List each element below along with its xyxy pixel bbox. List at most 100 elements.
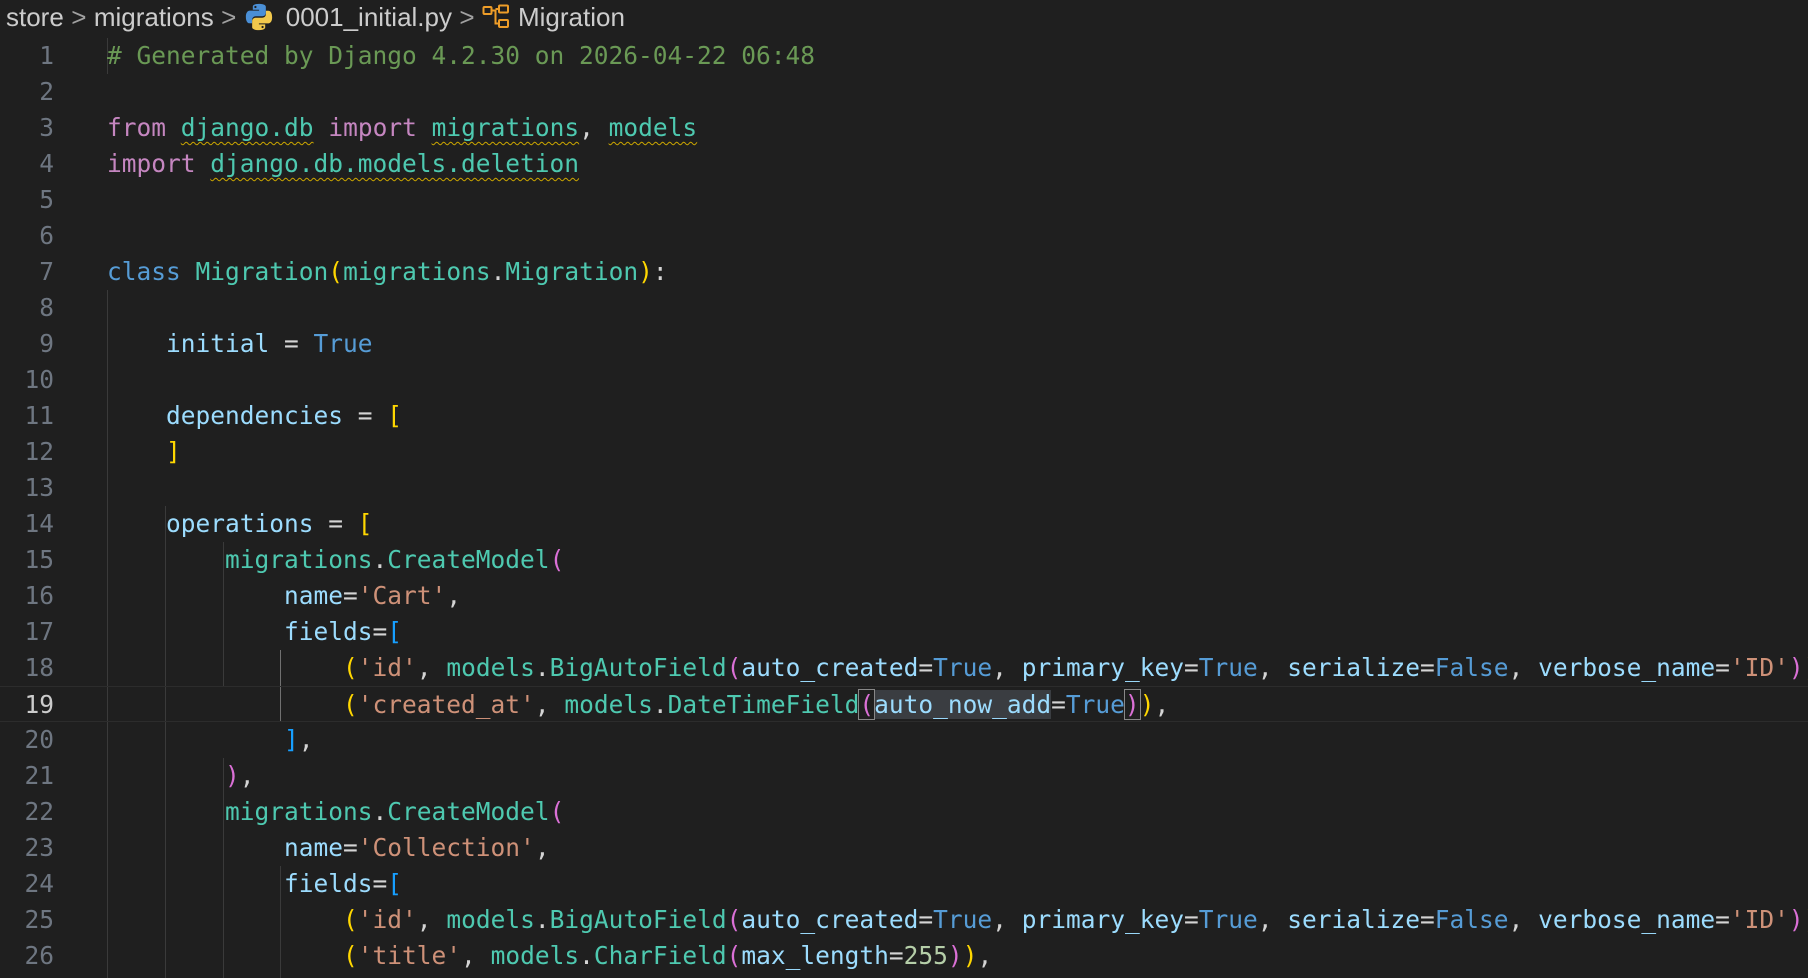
code-token: , [1257,653,1288,682]
line-number: 6 [39,221,54,250]
code-token: False [1434,653,1509,682]
code-token: [ [387,869,403,898]
code-text: ), [107,758,255,794]
code-line[interactable]: 8 [0,290,1808,326]
code-line[interactable]: 19 ('created_at', models.DateTimeField(a… [0,686,1808,722]
breadcrumb-item-symbol[interactable]: Migration [482,2,625,33]
code-line[interactable]: 3 from django.db import migrations, model… [0,110,1808,146]
code-token: ( [343,653,358,682]
code-token: . [534,653,550,682]
code-token: . [372,797,388,826]
code-token: Migration [505,257,639,286]
code-token: import [107,149,196,178]
code-token: primary_key [1021,653,1184,682]
breadcrumb-item-store[interactable]: store [6,2,64,33]
code-token: , [579,113,609,142]
code-token: 'Cart' [357,581,447,610]
code-token: 'title' [357,941,462,970]
code-token: CharField [593,941,727,970]
code-line[interactable]: 24 fields=[ [0,866,1808,902]
line-number: 21 [24,761,54,790]
code-token: , [1508,905,1539,934]
code-token: , [446,581,462,610]
line-number: 3 [39,113,54,142]
code-token: ( [858,689,876,720]
code-line[interactable]: 5 [0,182,1808,218]
code-token: ) [638,257,653,286]
code-token: , [534,833,550,862]
code-line[interactable]: 17 fields=[ [0,614,1808,650]
code-token: , [416,653,447,682]
line-number: 19 [24,690,54,719]
code-line[interactable]: 13 [0,470,1808,506]
line-number: 17 [24,617,54,646]
line-number: 9 [39,329,54,358]
code-token: . [372,545,388,574]
code-line[interactable]: 27 [0,974,1808,978]
code-token: ( [343,941,358,970]
code-token: = [918,653,934,682]
code-token: ( [549,797,565,826]
code-line[interactable]: 6 [0,218,1808,254]
code-text: operations = [ [107,506,373,542]
breadcrumb-item-migrations[interactable]: migrations [94,2,214,33]
code-line[interactable]: 4 import django.db.models.deletion [0,146,1808,182]
line-number: 4 [39,149,54,178]
code-line[interactable]: 10 [0,362,1808,398]
code-token: models [446,653,535,682]
code-token: fields [284,617,373,646]
code-line[interactable]: 7 class Migration(migrations.Migration): [0,254,1808,290]
code-token: True [933,653,993,682]
code-token: ( [726,941,742,970]
code-line[interactable]: 12 ] [0,434,1808,470]
code-line[interactable]: 11 dependencies = [ [0,398,1808,434]
code-token: , [992,653,1022,682]
code-line[interactable]: 16 name='Cart', [0,578,1808,614]
code-token: = [888,941,904,970]
line-number: 10 [24,365,54,394]
line-number: 1 [39,41,54,70]
code-token: 'ID' [1729,653,1789,682]
code-token: class [107,257,181,286]
breadcrumb-label: store [6,1,64,32]
code-token: . [534,905,550,934]
code-line[interactable]: 9 initial = True [0,326,1808,362]
code-token: Migration [195,257,329,286]
code-token: operations [166,509,314,538]
breadcrumb-item-file[interactable]: 0001_initial.py [244,2,452,33]
code-token: ) [1123,689,1141,720]
code-line[interactable]: 25 ('id', models.BigAutoField(auto_creat… [0,902,1808,938]
code-editor[interactable]: 1 # Generated by Django 4.2.30 on 2026-04… [0,38,1808,978]
code-line[interactable]: 20 ], [0,722,1808,758]
code-line[interactable]: 22 migrations.CreateModel( [0,794,1808,830]
line-number: 15 [24,545,54,574]
code-line[interactable]: 21 ), [0,758,1808,794]
code-line[interactable]: 2 [0,74,1808,110]
breadcrumb-label: Migration [517,1,625,32]
code-token: from [107,113,167,142]
code-token: # Generated by Django 4.2.30 on 2026-04-… [107,41,816,70]
code-text: dependencies = [ [107,398,402,434]
code-token: ] [284,725,299,754]
code-line[interactable]: 23 name='Collection', [0,830,1808,866]
code-token: , [298,725,314,754]
code-token: ( [726,905,742,934]
code-line[interactable]: 1 # Generated by Django 4.2.30 on 2026-04… [0,38,1808,74]
code-token: = [1715,905,1730,934]
code-token: True [313,329,373,358]
code-text: initial = True [107,326,373,362]
code-line[interactable]: 18 ('id', models.BigAutoField(auto_creat… [0,650,1808,686]
code-token: initial [166,329,270,358]
code-token: migrations [431,113,580,142]
code-line[interactable]: 14 operations = [ [0,506,1808,542]
code-line[interactable]: 15 migrations.CreateModel( [0,542,1808,578]
code-line[interactable]: 26 ('title', models.CharField(max_length… [0,938,1808,974]
code-token: ) [1788,653,1804,682]
